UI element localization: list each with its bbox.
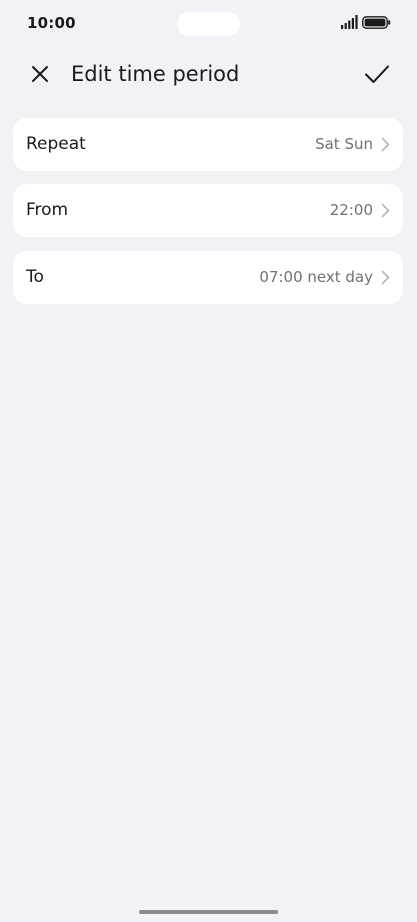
camera-island — [177, 12, 240, 36]
repeat-value: Sat Sun — [315, 135, 373, 153]
status-bar: 10:00 — [0, 0, 417, 46]
from-value: 22:00 — [329, 201, 373, 219]
status-time: 10:00 — [27, 14, 76, 32]
page-title: Edit time period — [71, 62, 240, 86]
header-bar: Edit time period — [0, 52, 417, 96]
home-indicator[interactable] — [139, 910, 278, 914]
to-label: To — [26, 267, 44, 287]
check-icon — [365, 65, 389, 83]
signal-icon — [341, 15, 358, 29]
from-row[interactable]: From 22:00 — [13, 184, 403, 237]
to-value: 07:00 next day — [259, 268, 373, 286]
chevron-right-icon — [381, 137, 390, 152]
from-label: From — [26, 200, 69, 220]
close-button[interactable] — [26, 60, 54, 88]
to-row[interactable]: To 07:00 next day — [13, 251, 403, 304]
repeat-row[interactable]: Repeat Sat Sun — [13, 118, 403, 171]
chevron-right-icon — [381, 203, 390, 218]
battery-icon — [362, 16, 391, 29]
chevron-right-icon — [381, 270, 390, 285]
confirm-button[interactable] — [362, 60, 392, 88]
repeat-label: Repeat — [26, 134, 86, 154]
close-icon — [32, 66, 48, 82]
